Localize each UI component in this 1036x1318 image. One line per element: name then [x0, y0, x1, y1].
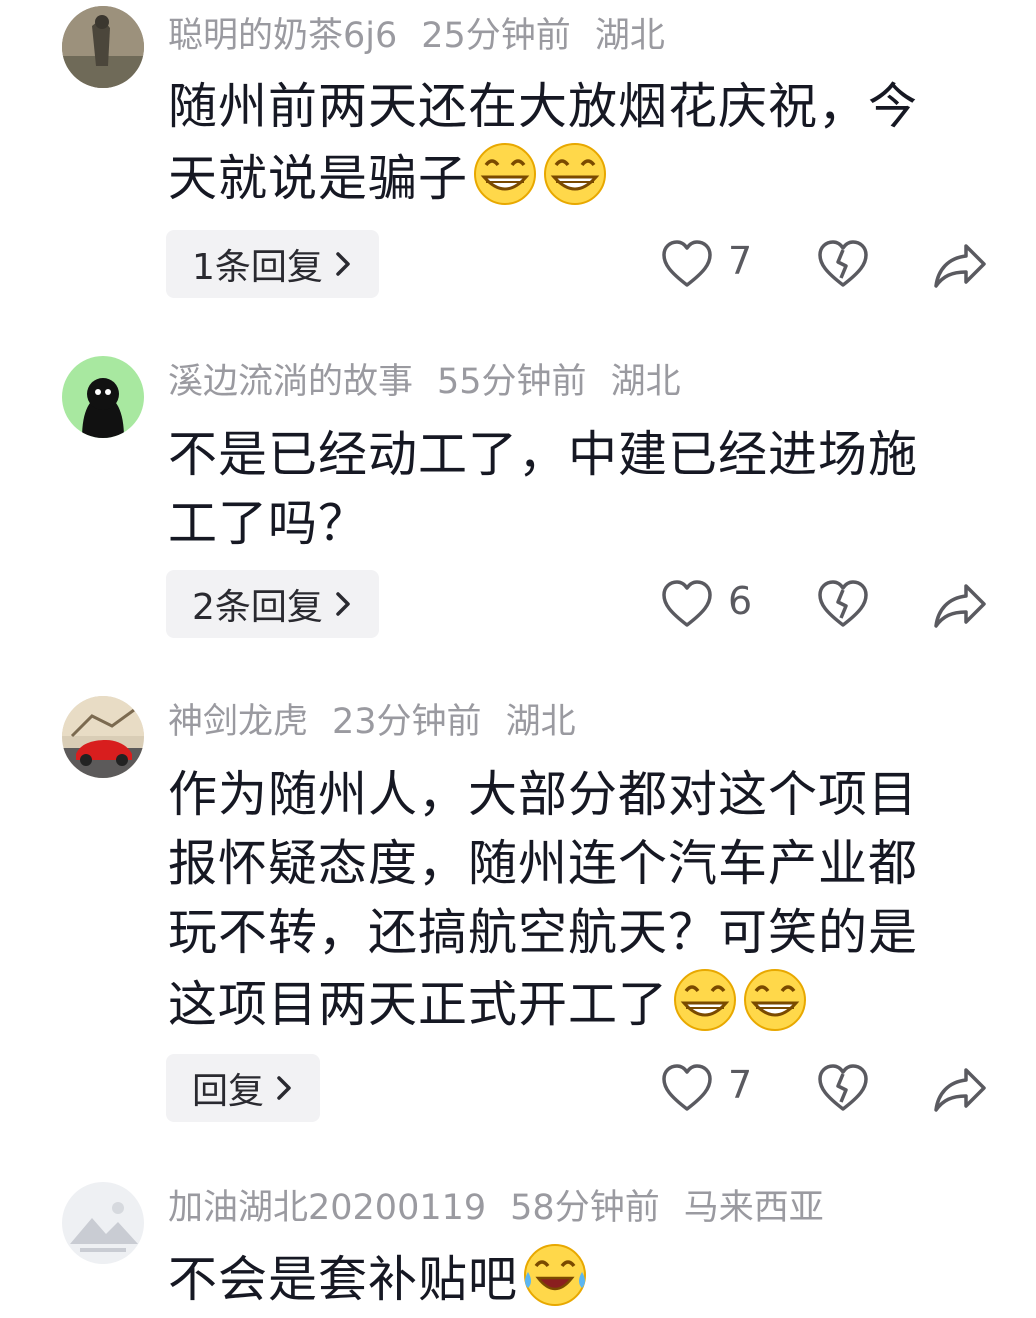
- comment-location: 湖北: [594, 16, 665, 56]
- comment-location: 湖北: [610, 362, 681, 402]
- comment-meta: 加油湖北20200119 58分钟前 马来西亚: [168, 1186, 848, 1230]
- share-arrow-icon[interactable]: [932, 1062, 988, 1116]
- grin-emoji: [674, 969, 737, 1031]
- like-count: 7: [728, 239, 753, 283]
- comment-text-content: 不是已经动工了，中建已经进场施工了吗？: [168, 426, 919, 552]
- comment-text: 随州前两天还在大放烟花庆祝，今天就说是骗子: [168, 72, 958, 213]
- reply-label: 回复: [192, 1071, 265, 1112]
- username[interactable]: 神剑龙虎: [168, 702, 308, 742]
- comment-actions: 6: [660, 570, 1000, 638]
- like-count: 6: [728, 579, 753, 623]
- broken-heart-icon[interactable]: [816, 238, 870, 292]
- comment-text: 作为随州人，大部分都对这个项目报怀疑态度，随州连个汽车产业都玩不转，还搞航空航天…: [168, 760, 958, 1039]
- comment-text-content: 不会是套补贴吧: [168, 1251, 519, 1308]
- avatar[interactable]: [62, 1182, 144, 1264]
- chevron-right-icon: [336, 252, 350, 276]
- reply-button[interactable]: 回复: [166, 1054, 321, 1122]
- grin-emoji: [474, 143, 537, 205]
- comment-location: 马来西亚: [683, 1188, 824, 1228]
- chevron-right-icon: [277, 1076, 291, 1100]
- comment-time: 25分钟前: [421, 16, 571, 56]
- username[interactable]: 聪明的奶茶6j6: [168, 16, 397, 56]
- comment-actions: 7: [660, 1054, 1000, 1122]
- comment-actions: 7: [660, 230, 1000, 298]
- reply-label: 2条回复: [192, 587, 323, 628]
- avatar[interactable]: [62, 356, 144, 438]
- comment-item: 聪明的奶茶6j6 25分钟前 湖北 随州前两天还在大放烟花庆祝，今天就说是骗子 1条…: [0, 0, 1036, 330]
- comment-time: 58分钟前: [510, 1188, 660, 1228]
- laugh-cry-emoji: [524, 1244, 587, 1306]
- grin-emoji: [544, 143, 607, 205]
- comment-time: 23分钟前: [332, 702, 482, 742]
- username[interactable]: 溪边流淌的故事: [168, 362, 413, 402]
- comment-item: 神剑龙虎 23分钟前 湖北 作为随州人，大部分都对这个项目报怀疑态度，随州连个汽车产…: [0, 680, 1036, 1160]
- avatar[interactable]: [62, 6, 144, 88]
- share-arrow-icon[interactable]: [932, 578, 988, 632]
- heart-icon[interactable]: [660, 578, 714, 632]
- view-replies-button[interactable]: 2条回复: [166, 570, 379, 638]
- heart-icon[interactable]: [660, 238, 714, 292]
- broken-heart-icon[interactable]: [816, 578, 870, 632]
- comment-meta: 神剑龙虎 23分钟前 湖北: [168, 700, 600, 744]
- reply-label: 1条回复: [192, 247, 323, 288]
- comment-text: 不是已经动工了，中建已经进场施工了吗？: [168, 420, 958, 558]
- comment-text: 不会是套补贴吧: [168, 1242, 958, 1314]
- comment-item: 溪边流淌的故事 55分钟前 湖北 不是已经动工了，中建已经进场施工了吗？ 2条回复 …: [0, 340, 1036, 670]
- comment-location: 湖北: [505, 702, 576, 742]
- comment-meta: 聪明的奶茶6j6 25分钟前 湖北: [168, 14, 689, 58]
- username[interactable]: 加油湖北20200119: [168, 1188, 486, 1228]
- comment-meta: 溪边流淌的故事 55分钟前 湖北: [168, 360, 705, 404]
- share-arrow-icon[interactable]: [932, 238, 988, 292]
- heart-icon[interactable]: [660, 1062, 714, 1116]
- view-replies-button[interactable]: 1条回复: [166, 230, 379, 298]
- broken-heart-icon[interactable]: [816, 1062, 870, 1116]
- like-count: 7: [728, 1063, 753, 1107]
- comment-time: 55分钟前: [437, 362, 587, 402]
- comment-item: 加油湖北20200119 58分钟前 马来西亚 不会是套补贴吧: [0, 1166, 1036, 1318]
- grin-emoji: [744, 969, 807, 1031]
- chevron-right-icon: [336, 592, 350, 616]
- avatar[interactable]: [62, 696, 144, 778]
